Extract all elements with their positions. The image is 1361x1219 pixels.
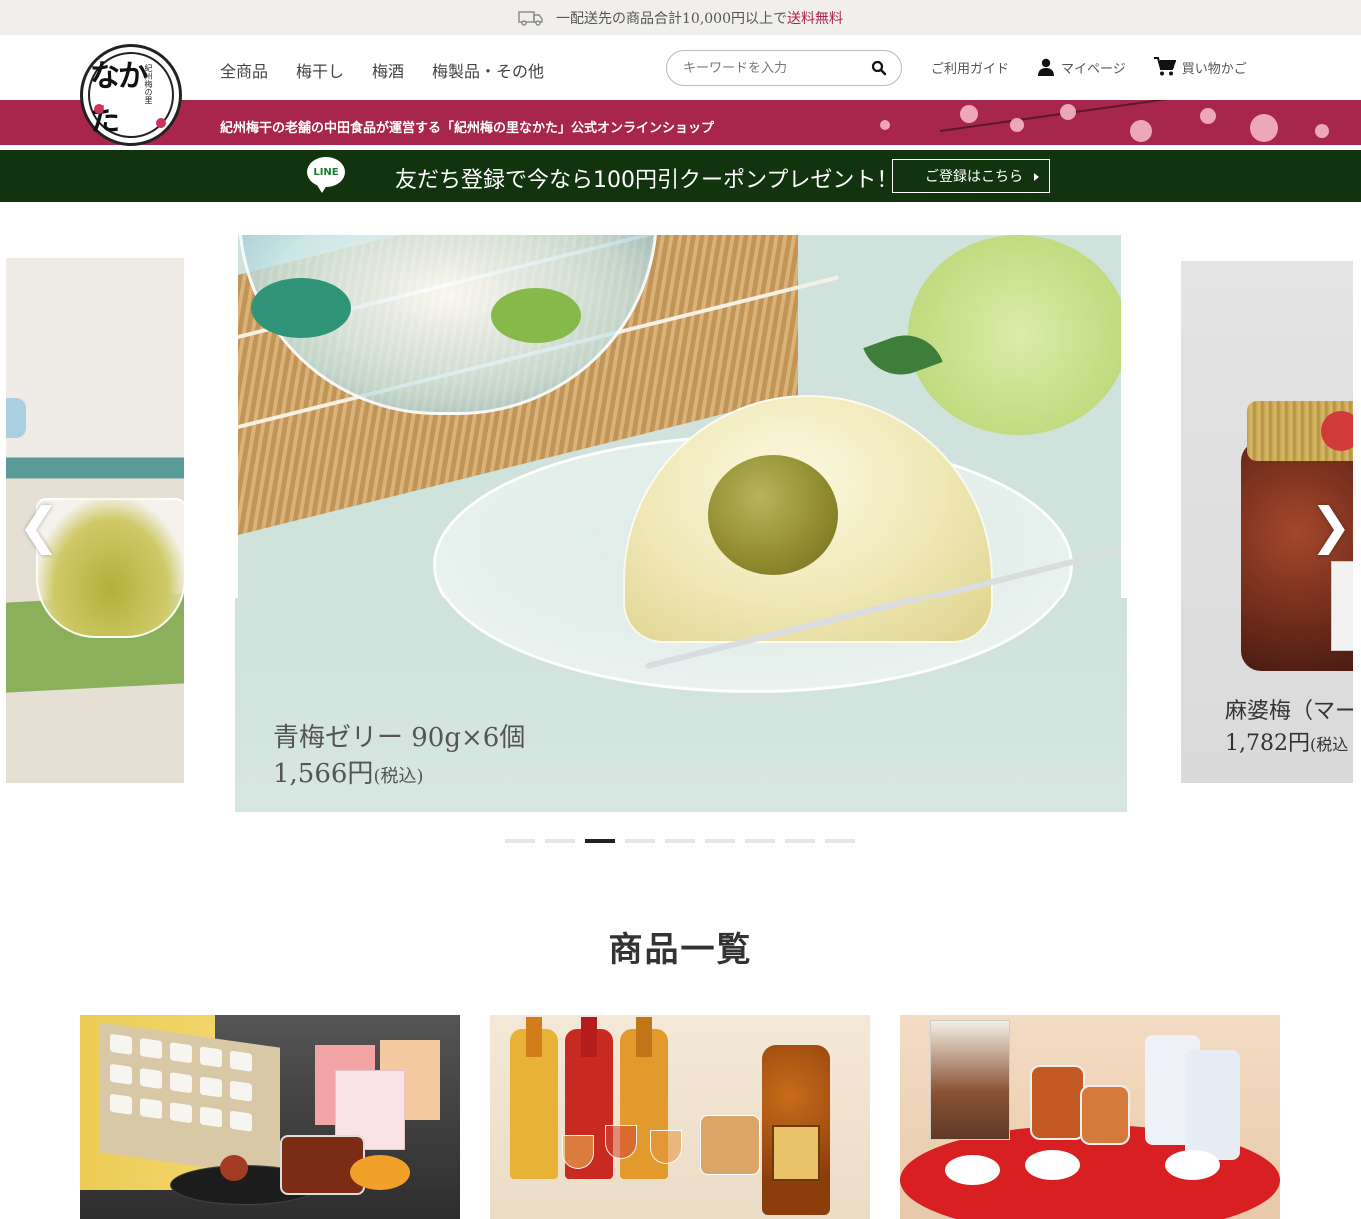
carousel-dot-8[interactable] <box>785 839 815 843</box>
wine-glass-image <box>650 1130 682 1164</box>
small-dish-image <box>1165 1150 1220 1180</box>
carousel-slide-current[interactable] <box>238 235 1121 598</box>
blossom-decoration <box>1200 108 1216 124</box>
blossom-decoration <box>1315 124 1329 138</box>
furikake-bag-image <box>930 1020 1010 1140</box>
jar-image <box>1030 1065 1085 1140</box>
line-icon-label: LINE <box>313 166 339 178</box>
cart-icon <box>1153 57 1176 76</box>
truck-icon <box>518 10 543 26</box>
logo-sub-text: 紀州梅の里 <box>144 64 153 104</box>
carousel-dot-6[interactable] <box>705 839 735 843</box>
carousel-prev-arrow[interactable]: ❮ <box>18 497 60 555</box>
carousel-next-arrow[interactable]: ❯ <box>1310 497 1352 555</box>
small-dish-image <box>1025 1150 1080 1180</box>
category-tile-other[interactable] <box>900 1015 1280 1219</box>
small-dish-image <box>945 1155 1000 1185</box>
category-tile-umeshu[interactable] <box>490 1015 870 1219</box>
blossom-decoration <box>1060 104 1076 120</box>
global-nav: 全商品 梅干し 梅酒 梅製品・その他 <box>220 58 572 82</box>
umeboshi-image <box>220 1155 248 1181</box>
price-value: 1,566円 <box>273 759 374 789</box>
blossom-decoration <box>1250 114 1278 142</box>
guide-link[interactable]: ご利用ガイド <box>931 58 1009 77</box>
notice-text: 一配送先の商品合計10,000円以上で <box>556 10 787 27</box>
user-icon <box>1038 58 1055 76</box>
site-header: 全商品 梅干し 梅酒 梅製品・その他 ご利用ガイド マイページ <box>0 35 1361 100</box>
bottle-neck-image <box>581 1017 597 1057</box>
line-coupon-banner: LINE 友だち登録で今なら100円引クーポンプレゼント！ ご登録はこちら <box>0 150 1361 202</box>
search-icon[interactable] <box>871 60 887 76</box>
cup-label-image <box>350 1155 410 1190</box>
slide-caption: 青梅ゼリー 90g×6個 1,566円(税込) <box>273 720 525 795</box>
line-register-button[interactable]: ご登録はこちら <box>892 159 1050 193</box>
next-slide-product-price: 1,782円(税込 <box>1225 728 1353 761</box>
bottle-neck-image <box>526 1017 542 1057</box>
carousel-dot-7[interactable] <box>745 839 775 843</box>
jar-tag-image <box>1321 411 1353 451</box>
tagline-text: 紀州梅干の老舗の中田食品が運営する「紀州梅の里なかた」公式オンラインショップ <box>220 121 715 136</box>
next-slide-caption: 麻婆梅（マー 1,782円(税込 <box>1225 696 1353 761</box>
whisky-bottle-image <box>762 1045 830 1215</box>
tax-label: (税込 <box>1309 735 1349 754</box>
section-title: 商品一覧 <box>608 930 753 970</box>
pouch-image <box>1185 1050 1240 1160</box>
plum-flower-icon <box>94 104 104 114</box>
carousel-pagination <box>505 839 865 843</box>
blossom-decoration <box>1130 120 1152 142</box>
carousel-dot-4[interactable] <box>625 839 655 843</box>
teacup-image <box>6 398 26 438</box>
header-links: ご利用ガイド マイページ 買い物かご <box>931 57 1247 77</box>
line-coupon-message: 友だち登録で今なら100円引クーポンプレゼント！ <box>395 168 899 193</box>
shop-tagline-banner: 紀州梅干の老舗の中田食品が運営する「紀州梅の里なかた」公式オンラインショップ <box>0 100 1361 145</box>
hydrangea-image <box>908 235 1121 435</box>
logo-ring: なかた 紀州梅の里 <box>88 52 174 138</box>
nav-item-umeshu[interactable]: 梅酒 <box>372 58 404 82</box>
site-logo[interactable]: なかた 紀州梅の里 <box>80 44 182 146</box>
blossom-decoration <box>1010 118 1024 132</box>
cart-link[interactable]: 買い物かご <box>1153 57 1247 77</box>
free-shipping-text: 送料無料 <box>787 10 843 27</box>
line-register-label: ご登録はこちら <box>925 169 1023 185</box>
blossom-decoration <box>960 105 978 123</box>
wine-glass-image <box>562 1135 594 1169</box>
search-input[interactable] <box>683 60 863 76</box>
cart-label: 買い物かご <box>1181 61 1247 77</box>
category-tile-umeboshi[interactable] <box>80 1015 460 1219</box>
tax-label: (税込) <box>373 766 424 787</box>
nav-item-all-products[interactable]: 全商品 <box>220 58 268 82</box>
caret-right-icon <box>1034 173 1039 181</box>
nav-item-other-products[interactable]: 梅製品・その他 <box>432 58 544 82</box>
carousel-dot-3[interactable] <box>585 839 615 843</box>
shipping-notice: 一配送先の商品合計10,000円以上で 送料無料 <box>0 0 1361 35</box>
mypage-label: マイページ <box>1061 61 1126 77</box>
carousel-dot-2[interactable] <box>545 839 575 843</box>
umeboshi-tray-image <box>100 1022 280 1178</box>
green-plum-image <box>708 455 838 575</box>
slide-product-price: 1,566円(税込) <box>273 756 525 795</box>
bottle-neck-image <box>636 1017 652 1057</box>
carousel-dot-5[interactable] <box>665 839 695 843</box>
jar-label-image <box>1331 561 1353 651</box>
jar-image <box>1080 1085 1130 1145</box>
nav-item-umeboshi[interactable]: 梅干し <box>296 58 344 82</box>
jelly-image <box>623 598 993 643</box>
wine-glass-image <box>605 1125 637 1159</box>
next-slide-product-name: 麻婆梅（マー <box>1225 699 1353 724</box>
carousel-dot-1[interactable] <box>505 839 535 843</box>
search-box <box>666 50 902 86</box>
carousel-dot-9[interactable] <box>825 839 855 843</box>
price-value: 1,782円 <box>1225 731 1310 756</box>
plum-flower-icon <box>156 118 166 128</box>
blossom-decoration <box>880 120 890 130</box>
mypage-link[interactable]: マイページ <box>1037 58 1126 77</box>
slide-product-name: 青梅ゼリー 90g×6個 <box>273 723 526 753</box>
line-icon: LINE <box>307 157 345 193</box>
blossom-branch-decoration <box>939 100 1238 132</box>
rock-glass-image <box>700 1115 760 1175</box>
